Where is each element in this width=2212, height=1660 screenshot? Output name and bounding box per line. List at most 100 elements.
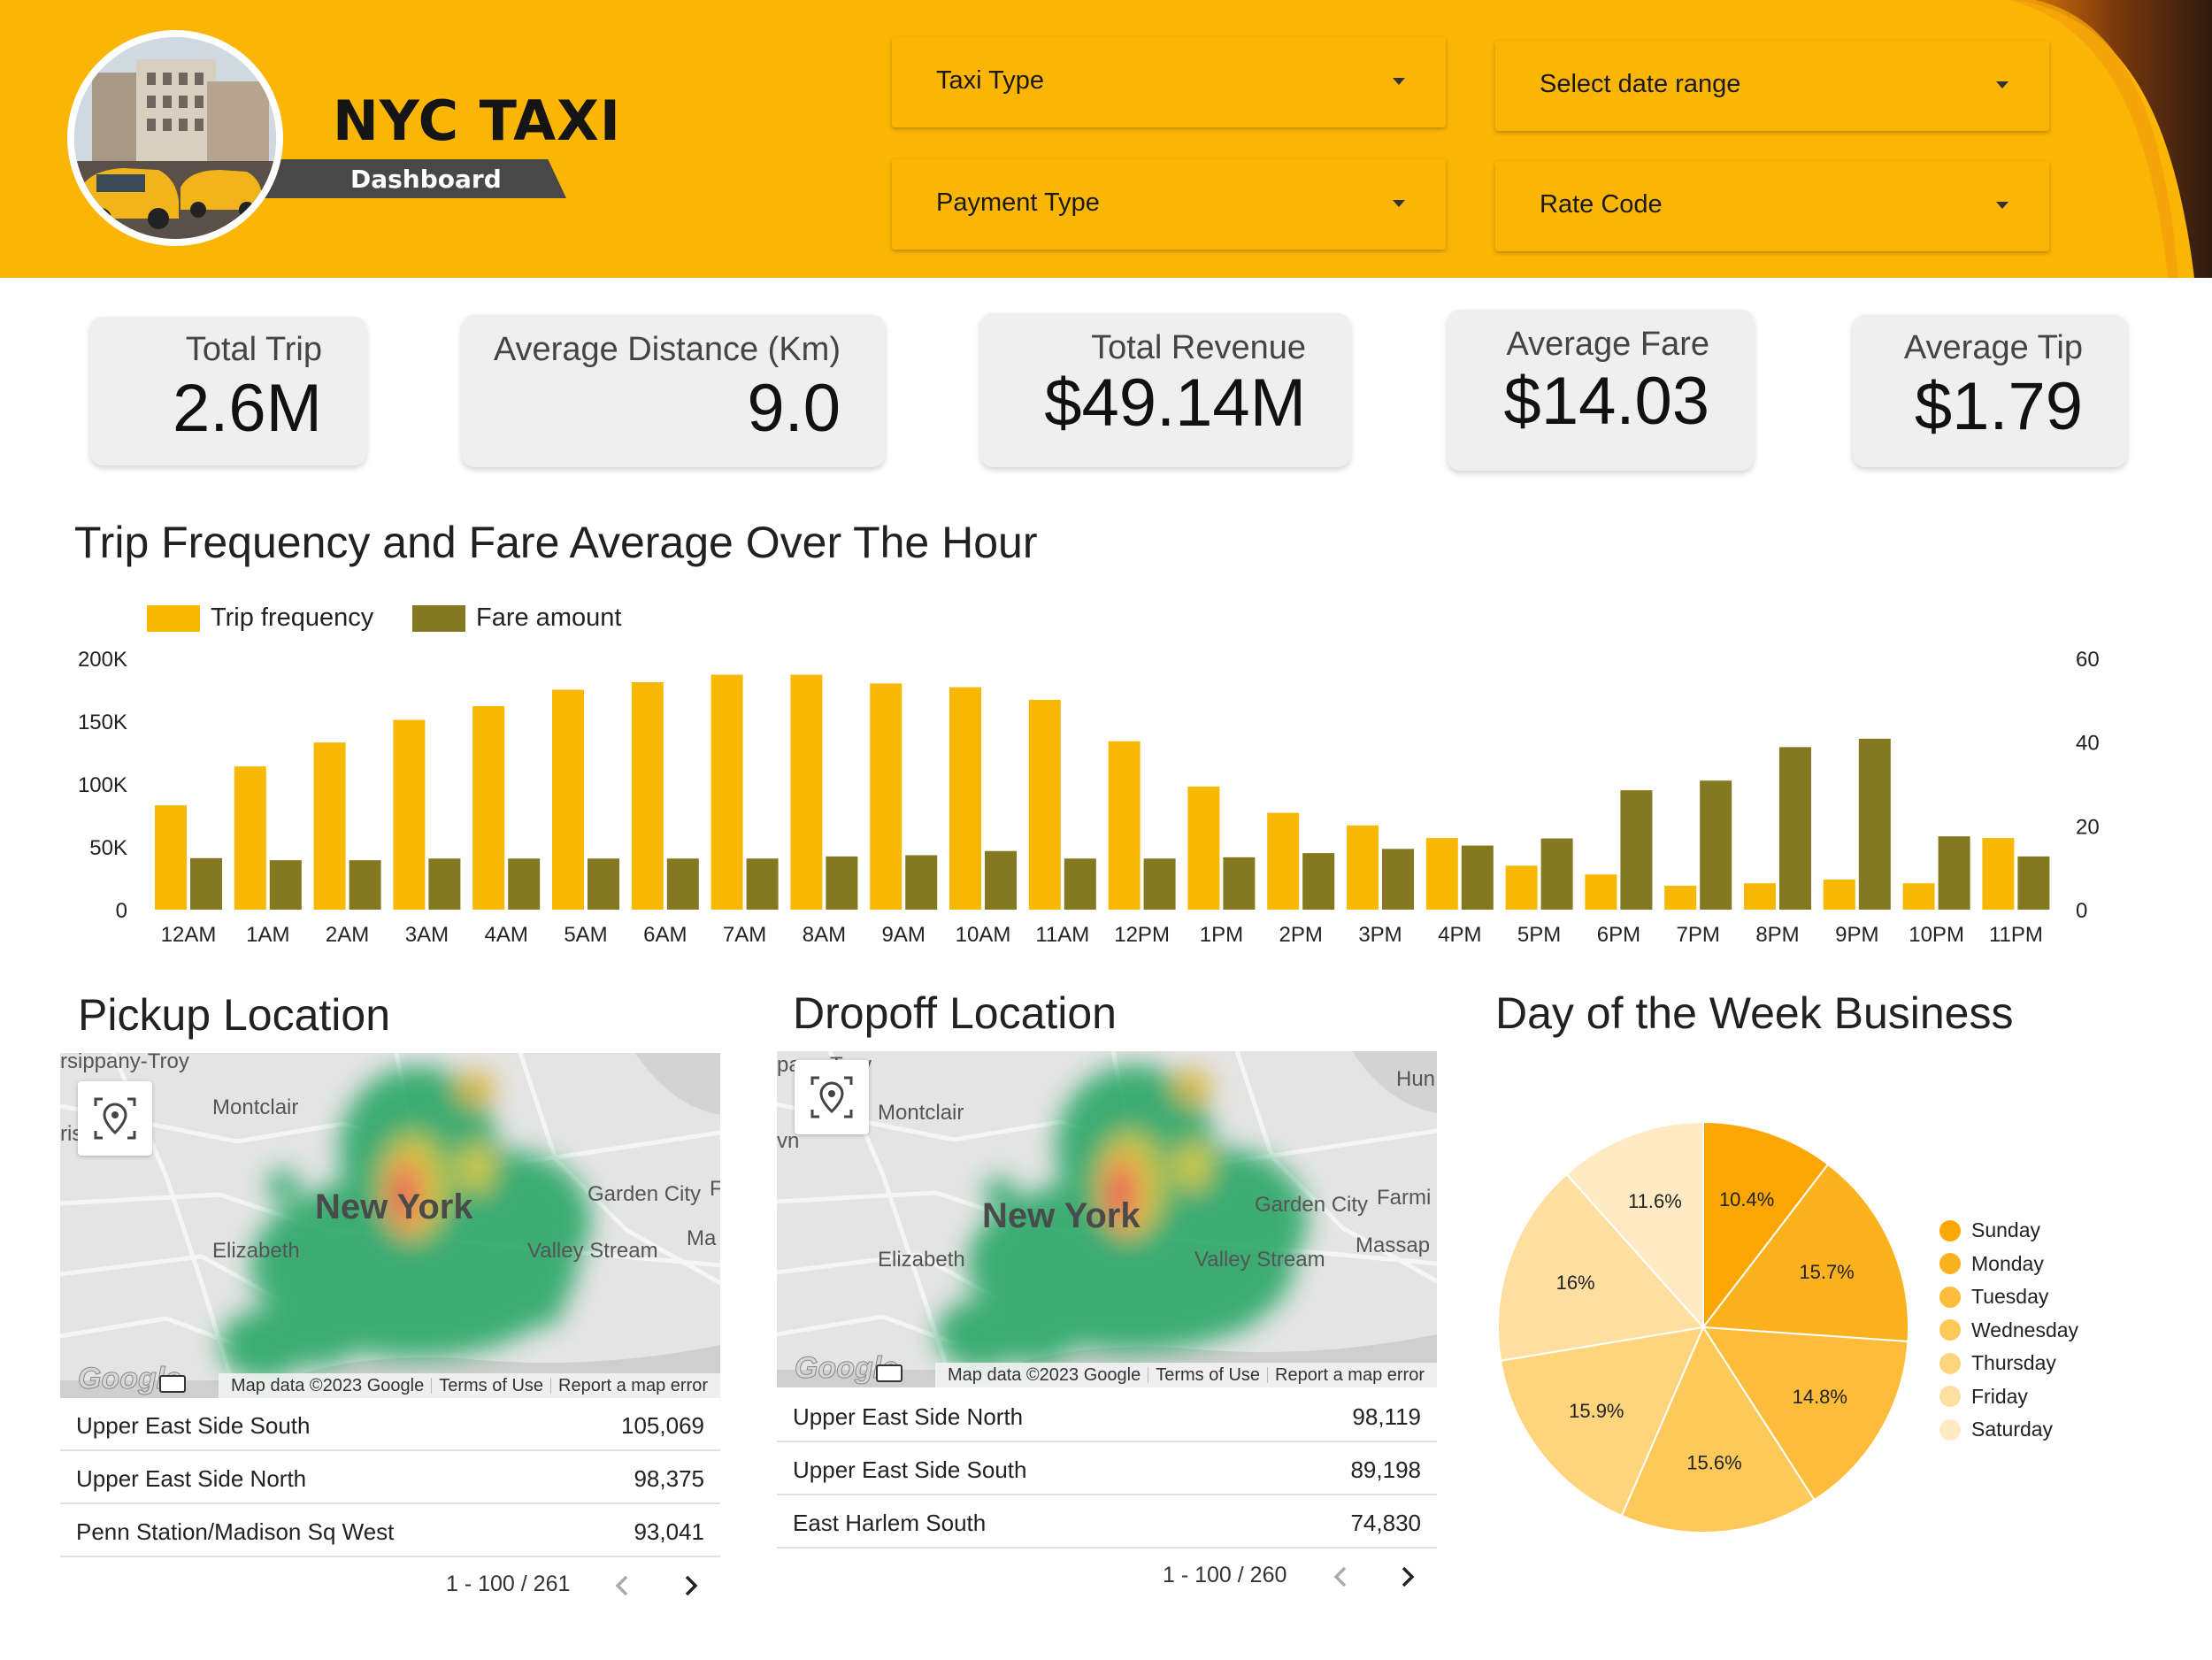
- fare-amount-bar[interactable]: [1382, 849, 1414, 910]
- pie-legend-item[interactable]: Wednesday: [1939, 1314, 2078, 1348]
- trip-frequency-bar[interactable]: [949, 687, 981, 910]
- fare-amount-bar[interactable]: [1700, 780, 1732, 910]
- table-row[interactable]: Penn Station/Madison Sq West 93,041: [60, 1504, 720, 1557]
- trip-frequency-bar[interactable]: [1664, 886, 1697, 910]
- trip-frequency-bar[interactable]: [1108, 741, 1141, 910]
- fare-amount-bar[interactable]: [1461, 845, 1494, 910]
- pie-legend-item[interactable]: Friday: [1939, 1380, 2078, 1414]
- terms-link[interactable]: Terms of Use: [432, 1376, 550, 1396]
- rate-code-dropdown[interactable]: Rate Code: [1495, 161, 2049, 251]
- location-name: Upper East Side North: [76, 1465, 307, 1492]
- pie-legend-item[interactable]: Sunday: [1939, 1214, 2078, 1248]
- trip-frequency-bar[interactable]: [870, 683, 902, 910]
- pie-legend-item[interactable]: Tuesday: [1939, 1280, 2078, 1314]
- prev-page-icon[interactable]: [605, 1568, 641, 1603]
- trip-frequency-bar[interactable]: [313, 742, 346, 910]
- caret-down-icon: [1393, 200, 1405, 207]
- trip-frequency-bar[interactable]: [234, 766, 266, 910]
- payment-type-label: Payment Type: [936, 188, 1100, 217]
- fare-amount-bar[interactable]: [190, 857, 222, 910]
- fare-amount-bar[interactable]: [1540, 838, 1573, 910]
- trip-frequency-bar[interactable]: [472, 705, 505, 910]
- keyboard-icon[interactable]: [159, 1375, 186, 1393]
- trip-frequency-bar[interactable]: [1585, 874, 1617, 910]
- trip-frequency-bar[interactable]: [1187, 786, 1220, 910]
- legend-dot: [1939, 1286, 1961, 1308]
- header-bar: NYC TAXI Dashboard Taxi Type Select date…: [0, 0, 2212, 278]
- trip-frequency-bar[interactable]: [1505, 865, 1538, 910]
- fare-amount-bar[interactable]: [269, 860, 302, 910]
- fare-amount-bar[interactable]: [905, 855, 938, 910]
- right-axis-tick: 40: [2076, 732, 2100, 756]
- trip-frequency-bar[interactable]: [1823, 879, 1855, 910]
- pickup-map[interactable]: rsippany-Troy Montclair ris New York Gar…: [60, 1053, 720, 1398]
- x-axis-tick: 8AM: [803, 923, 846, 947]
- trip-frequency-bar[interactable]: [1267, 812, 1300, 910]
- pie-legend-item[interactable]: Saturday: [1939, 1413, 2078, 1447]
- table-row[interactable]: Upper East Side North 98,119: [777, 1389, 1437, 1442]
- trip-frequency-bar[interactable]: [552, 689, 584, 911]
- legend-label: Saturday: [1971, 1418, 2054, 1441]
- fare-amount-bar[interactable]: [985, 850, 1017, 910]
- trip-frequency-bar[interactable]: [1028, 699, 1061, 910]
- fare-amount-bar[interactable]: [746, 858, 779, 910]
- map-label: Montclair: [878, 1101, 964, 1125]
- trip-frequency-bar[interactable]: [1425, 838, 1458, 910]
- fare-amount-bar[interactable]: [1302, 853, 1335, 910]
- fare-amount-bar[interactable]: [1938, 836, 1970, 910]
- fare-amount-bar[interactable]: [508, 858, 541, 910]
- trip-frequency-bar[interactable]: [1982, 838, 2015, 910]
- legend-dot: [1939, 1319, 1961, 1341]
- next-page-icon[interactable]: [672, 1568, 708, 1603]
- payment-type-dropdown[interactable]: Payment Type: [892, 159, 1446, 250]
- legend-label: Monday: [1971, 1251, 2044, 1275]
- fare-amount-bar[interactable]: [1858, 738, 1891, 910]
- right-axis-tick: 20: [2076, 815, 2100, 839]
- trip-frequency-bar[interactable]: [790, 674, 823, 910]
- fare-amount-bar[interactable]: [428, 858, 461, 910]
- fare-amount-bar[interactable]: [1779, 747, 1811, 910]
- report-error-link[interactable]: Report a map error: [551, 1376, 715, 1396]
- date-range-dropdown[interactable]: Select date range: [1495, 41, 2049, 131]
- fare-amount-bar[interactable]: [1620, 790, 1653, 910]
- fare-amount-bar[interactable]: [2017, 856, 2050, 910]
- x-axis-tick: 1PM: [1200, 923, 1243, 947]
- map-label: Farmi: [1377, 1186, 1432, 1210]
- trip-count: 74,830: [1350, 1510, 1421, 1536]
- trip-frequency-bar[interactable]: [1902, 883, 1935, 910]
- legend-dot: [1939, 1352, 1961, 1374]
- fare-amount-bar[interactable]: [826, 856, 858, 910]
- kpi-average-fare: Average Fare $14.03: [1448, 310, 1754, 471]
- taxi-type-label: Taxi Type: [936, 66, 1044, 95]
- x-axis-tick: 3AM: [405, 923, 449, 947]
- table-row[interactable]: East Harlem South 74,830: [777, 1495, 1437, 1549]
- trip-frequency-bar[interactable]: [1744, 883, 1776, 910]
- terms-link[interactable]: Terms of Use: [1148, 1365, 1267, 1386]
- fare-amount-bar[interactable]: [588, 858, 619, 910]
- table-row[interactable]: Upper East Side North 98,375: [60, 1451, 720, 1504]
- trip-count: 98,119: [1352, 1403, 1421, 1430]
- fare-amount-bar[interactable]: [1143, 858, 1176, 910]
- trip-frequency-bar[interactable]: [393, 719, 426, 910]
- fare-amount-bar[interactable]: [666, 858, 699, 910]
- taxi-type-dropdown[interactable]: Taxi Type: [892, 37, 1446, 127]
- pie-legend-item[interactable]: Monday: [1939, 1248, 2078, 1281]
- table-row[interactable]: Upper East Side South 105,069: [60, 1398, 720, 1451]
- fare-amount-bar[interactable]: [1064, 858, 1096, 910]
- x-axis-tick: 5PM: [1517, 923, 1561, 947]
- report-error-link[interactable]: Report a map error: [1268, 1365, 1432, 1386]
- next-page-icon[interactable]: [1389, 1559, 1425, 1595]
- keyboard-icon[interactable]: [876, 1364, 902, 1382]
- dropoff-map[interactable]: pany-Troy Montclair Hun vn New York Gard…: [777, 1051, 1437, 1387]
- trip-frequency-bar[interactable]: [710, 674, 743, 910]
- table-row[interactable]: Upper East Side South 89,198: [777, 1442, 1437, 1495]
- trip-frequency-bar[interactable]: [155, 805, 187, 910]
- location-pin-icon[interactable]: [78, 1081, 152, 1156]
- trip-frequency-bar[interactable]: [631, 681, 664, 910]
- fare-amount-bar[interactable]: [349, 860, 381, 910]
- prev-page-icon[interactable]: [1324, 1559, 1359, 1595]
- trip-frequency-bar[interactable]: [1347, 825, 1379, 910]
- fare-amount-bar[interactable]: [1223, 857, 1256, 910]
- location-pin-icon[interactable]: [795, 1060, 869, 1134]
- pie-legend-item[interactable]: Thursday: [1939, 1347, 2078, 1380]
